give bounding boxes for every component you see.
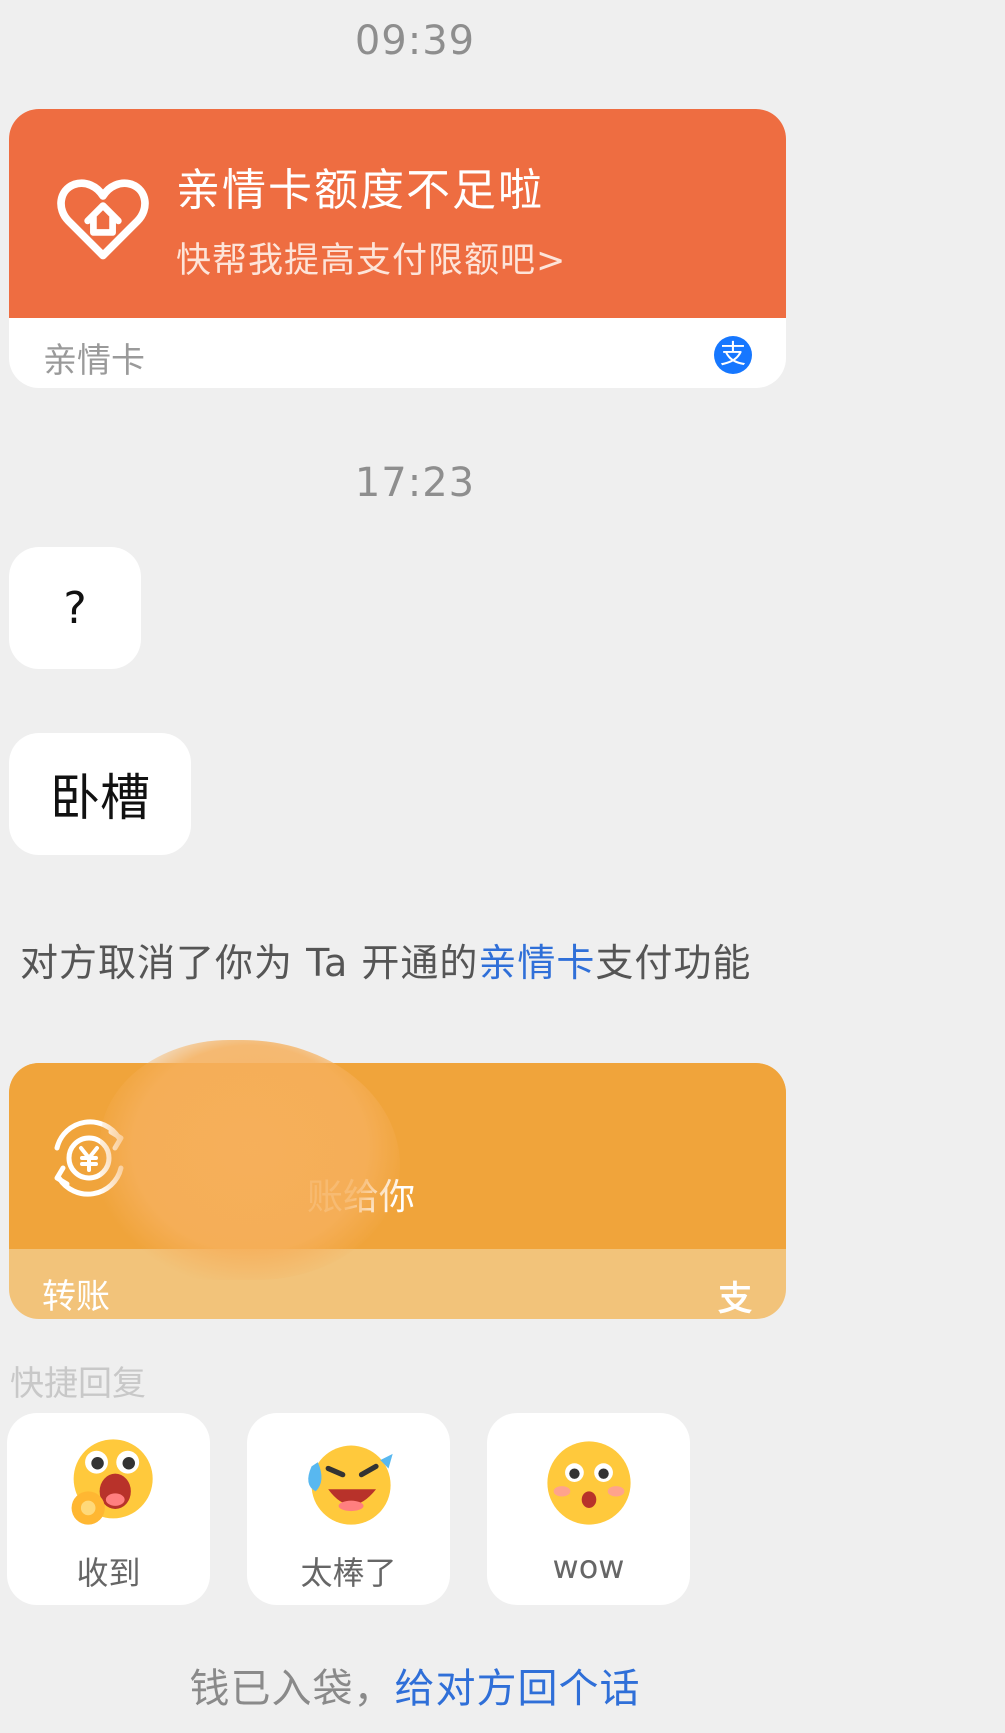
- footer-prompt: 钱已入袋，给对方回个话: [0, 1656, 830, 1714]
- quick-reply-item[interactable]: 太棒了: [247, 1413, 450, 1605]
- reply-link[interactable]: 给对方回个话: [395, 1666, 641, 1712]
- quick-reply-item[interactable]: wow: [487, 1413, 690, 1605]
- laughing-crying-emoji-icon: [308, 1445, 393, 1525]
- family-card-link[interactable]: 亲情卡: [478, 941, 595, 985]
- footer-prefix: 钱已入袋，: [189, 1666, 395, 1712]
- family-card-header: 亲情卡额度不足啦 快帮我提高支付限额吧>: [9, 109, 786, 318]
- timestamp: 09:39: [354, 18, 476, 64]
- family-card-title: 亲情卡额度不足啦: [176, 165, 544, 216]
- family-card-label: 亲情卡: [43, 341, 145, 381]
- alipay-icon: 支: [718, 1279, 752, 1319]
- quick-reply-label: 快捷回复: [10, 1364, 146, 1404]
- alipay-icon: 支: [714, 336, 752, 374]
- notice-suffix: 支付功能: [595, 941, 752, 985]
- message-bubble[interactable]: ?: [9, 547, 141, 669]
- message-text: 卧槽: [50, 769, 150, 827]
- ok-hand-emoji-icon: [71, 1439, 153, 1525]
- timestamp: 17:23: [354, 460, 476, 506]
- surprised-emoji-icon: [547, 1441, 631, 1525]
- notice-prefix: 对方取消了你为 Ta 开通的: [20, 941, 479, 985]
- message-text: ?: [63, 582, 87, 634]
- quick-reply-caption: 收到: [76, 1554, 141, 1592]
- quick-reply-item[interactable]: 收到: [7, 1413, 210, 1605]
- system-notice: 对方取消了你为 Ta 开通的亲情卡支付功能: [20, 932, 751, 987]
- message-bubble[interactable]: 卧槽: [9, 733, 191, 855]
- quick-reply-caption: 太棒了: [300, 1554, 397, 1592]
- quick-reply-caption: wow: [552, 1548, 625, 1586]
- transfer-card-label: 转账: [42, 1277, 110, 1317]
- family-card-message[interactable]: 亲情卡额度不足啦 快帮我提高支付限额吧> 亲情卡: [9, 109, 786, 388]
- family-card-subtitle[interactable]: 快帮我提高支付限额吧>: [176, 232, 566, 283]
- heart-house-icon: [57, 179, 149, 260]
